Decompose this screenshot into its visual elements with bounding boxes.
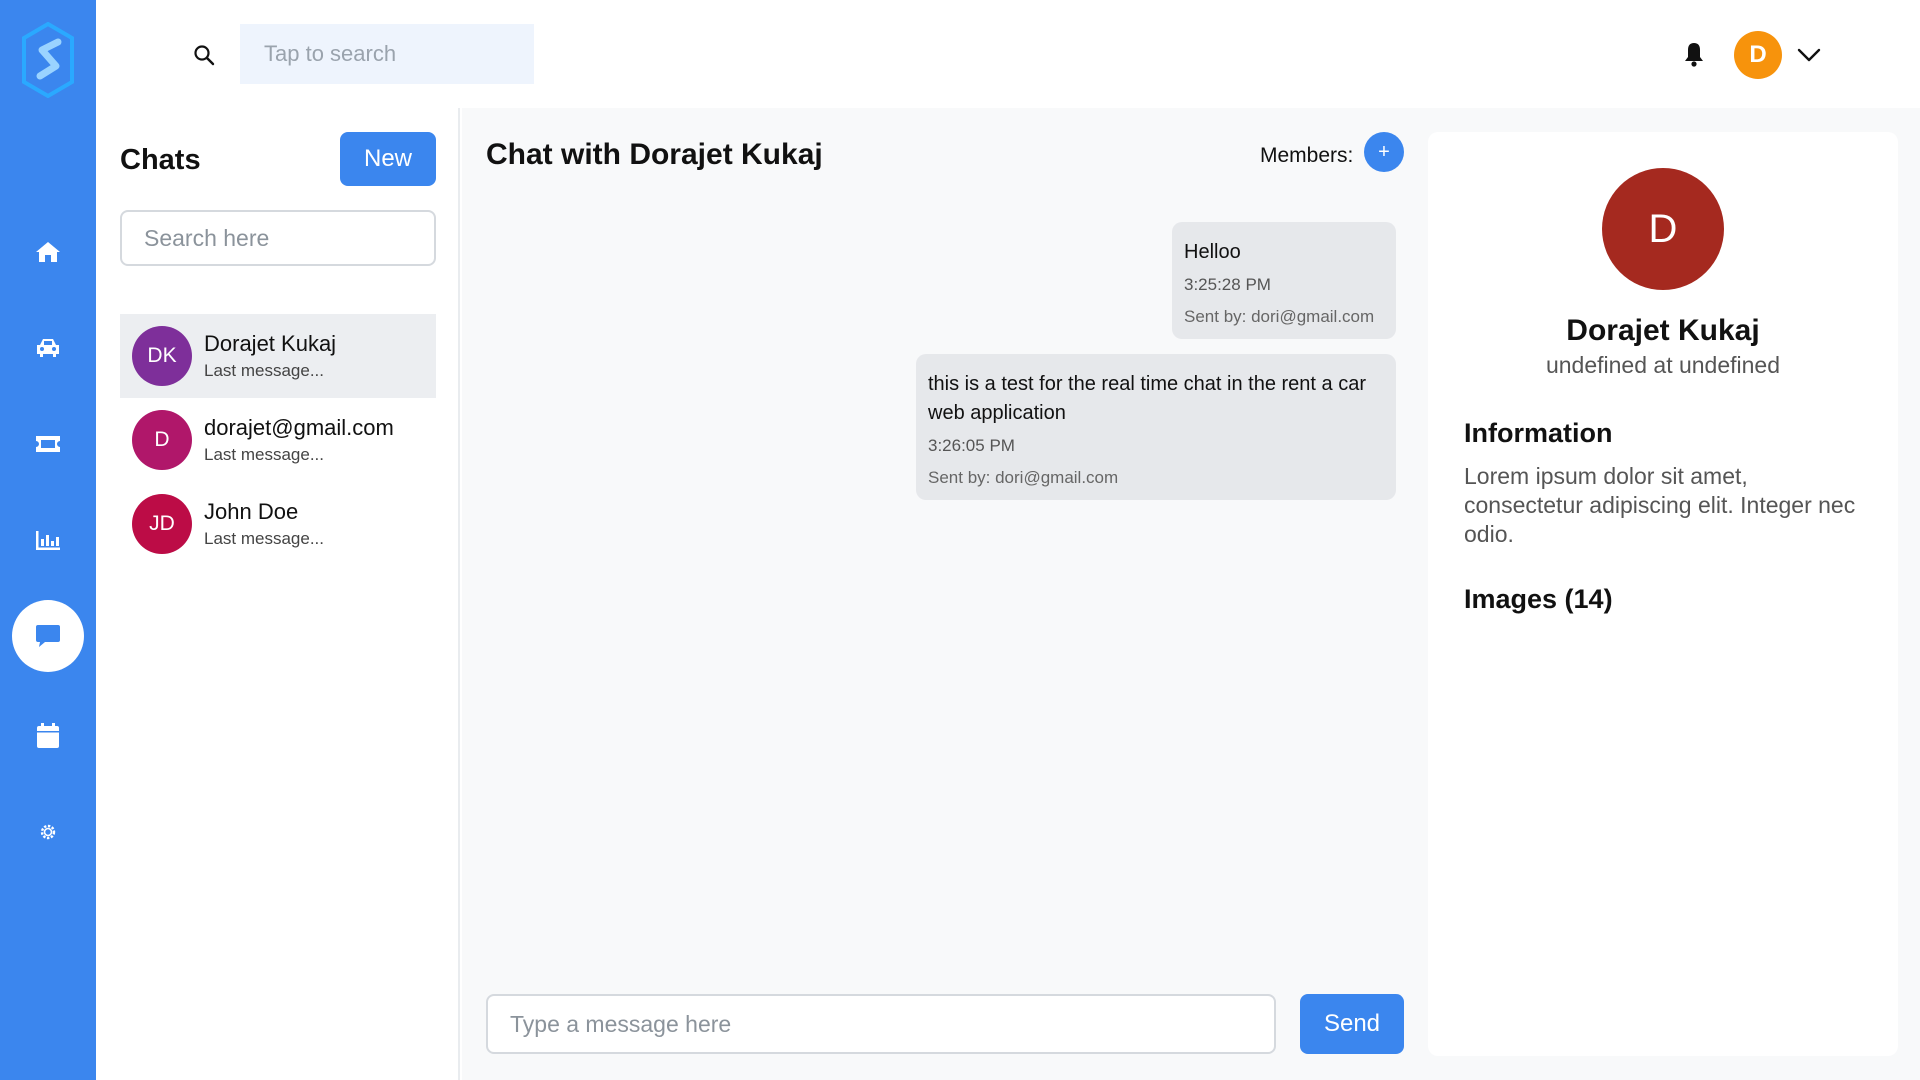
message-time: 3:26:05 PM xyxy=(928,436,1015,455)
chats-title: Chats xyxy=(120,144,201,176)
home-icon xyxy=(35,241,61,263)
contact-name: Dorajet Kukaj xyxy=(1566,314,1760,347)
add-member-button[interactable]: + xyxy=(1364,132,1404,172)
message-sender: Sent by: dori@gmail.com xyxy=(1184,307,1375,326)
contact-subtitle: undefined at undefined xyxy=(1545,352,1781,378)
message-sender: Sent by: dori@gmail.com xyxy=(928,468,1119,487)
sidebar xyxy=(0,0,96,1080)
message-bubble: this is a test for the real time chat in… xyxy=(916,354,1396,500)
conversation-panel: Chat with Dorajet Kukaj Members: + Hello… xyxy=(462,108,1428,1080)
nav-tickets[interactable] xyxy=(12,408,84,480)
chat-list-panel: Chats New DK Dorajet Kukaj Last message.… xyxy=(96,108,460,1080)
chat-last-message: Last message... xyxy=(204,445,325,464)
chevron-down-icon[interactable] xyxy=(1796,42,1822,68)
chat-last-message: Last message... xyxy=(204,361,325,380)
chat-last-message: Last message... xyxy=(204,529,325,548)
bar-chart-icon xyxy=(35,529,61,551)
top-bar: D xyxy=(96,0,1920,108)
conversation-title: Chat with Dorajet Kukaj xyxy=(486,138,823,171)
nav-chat[interactable] xyxy=(12,600,84,672)
avatar: D xyxy=(1602,168,1724,290)
car-icon xyxy=(35,337,61,359)
send-button[interactable]: Send xyxy=(1300,994,1404,1054)
new-chat-button[interactable]: New xyxy=(340,132,436,186)
nav-settings[interactable] xyxy=(12,796,84,868)
chat-list-item[interactable]: D dorajet@gmail.com Last message... xyxy=(120,398,436,482)
ticket-icon xyxy=(35,434,61,454)
information-text: Lorem ipsum dolor sit amet, consectetur … xyxy=(1464,463,1856,547)
contact-info-card: D Dorajet Kukaj undefined at undefined I… xyxy=(1428,132,1898,1056)
chat-icon xyxy=(35,624,61,648)
search-icon[interactable] xyxy=(192,43,216,67)
top-search-input[interactable] xyxy=(240,24,534,84)
images-heading[interactable]: Images (14) xyxy=(1464,584,1613,615)
chat-name: Dorajet Kukaj xyxy=(204,331,337,356)
message-bubble: Helloo 3:25:28 PM Sent by: dori@gmail.co… xyxy=(1172,222,1396,339)
calendar-icon xyxy=(36,723,60,749)
message-text: Helloo xyxy=(1184,241,1241,263)
nav-home[interactable] xyxy=(12,216,84,288)
avatar: DK xyxy=(132,326,192,386)
s-logo-icon[interactable] xyxy=(22,21,74,99)
chat-name: dorajet@gmail.com xyxy=(204,415,394,440)
members-label: Members: xyxy=(1260,144,1354,167)
contact-info-panel: D Dorajet Kukaj undefined at undefined I… xyxy=(1428,108,1920,1080)
nav-reports[interactable] xyxy=(12,504,84,576)
bell-icon[interactable] xyxy=(1680,40,1708,68)
message-text: this is a test for the real time chat in… xyxy=(928,373,1366,424)
nav-calendar[interactable] xyxy=(12,700,84,772)
chat-list-item[interactable]: JD John Doe Last message... xyxy=(120,482,436,566)
chat-list-item[interactable]: DK Dorajet Kukaj Last message... xyxy=(120,314,436,398)
message-input[interactable] xyxy=(486,994,1276,1054)
user-avatar[interactable]: D xyxy=(1734,31,1782,79)
nav-cars[interactable] xyxy=(12,312,84,384)
gear-icon xyxy=(38,822,58,842)
avatar: JD xyxy=(132,494,192,554)
message-time: 3:25:28 PM xyxy=(1184,275,1271,294)
information-heading: Information xyxy=(1464,418,1613,448)
avatar: D xyxy=(132,410,192,470)
chat-search-input[interactable] xyxy=(120,210,436,266)
chat-name: John Doe xyxy=(204,499,299,524)
